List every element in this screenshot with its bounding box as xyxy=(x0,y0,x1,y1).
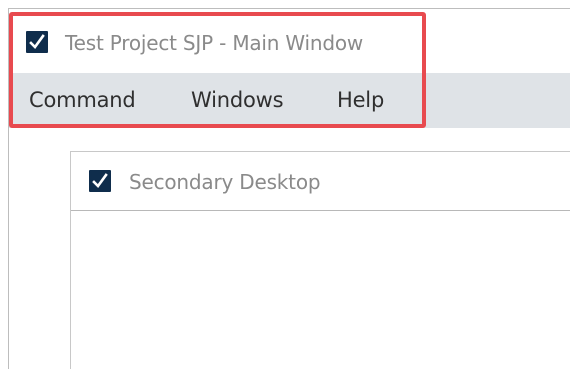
main-window-title: Test Project SJP - Main Window xyxy=(65,31,364,55)
secondary-title-bar[interactable]: Secondary Desktop xyxy=(71,152,570,211)
menu-bar: Command Windows Help xyxy=(9,73,570,128)
menu-help[interactable]: Help xyxy=(337,86,384,114)
menu-windows[interactable]: Windows xyxy=(191,86,284,114)
secondary-window-title: Secondary Desktop xyxy=(129,170,321,194)
secondary-window-content xyxy=(71,211,570,369)
checkmark-app-icon xyxy=(89,170,111,192)
secondary-window: Secondary Desktop xyxy=(70,151,570,369)
menu-command[interactable]: Command xyxy=(29,86,136,114)
checkmark-app-icon xyxy=(26,31,48,53)
main-title-bar[interactable]: Test Project SJP - Main Window xyxy=(9,9,570,73)
